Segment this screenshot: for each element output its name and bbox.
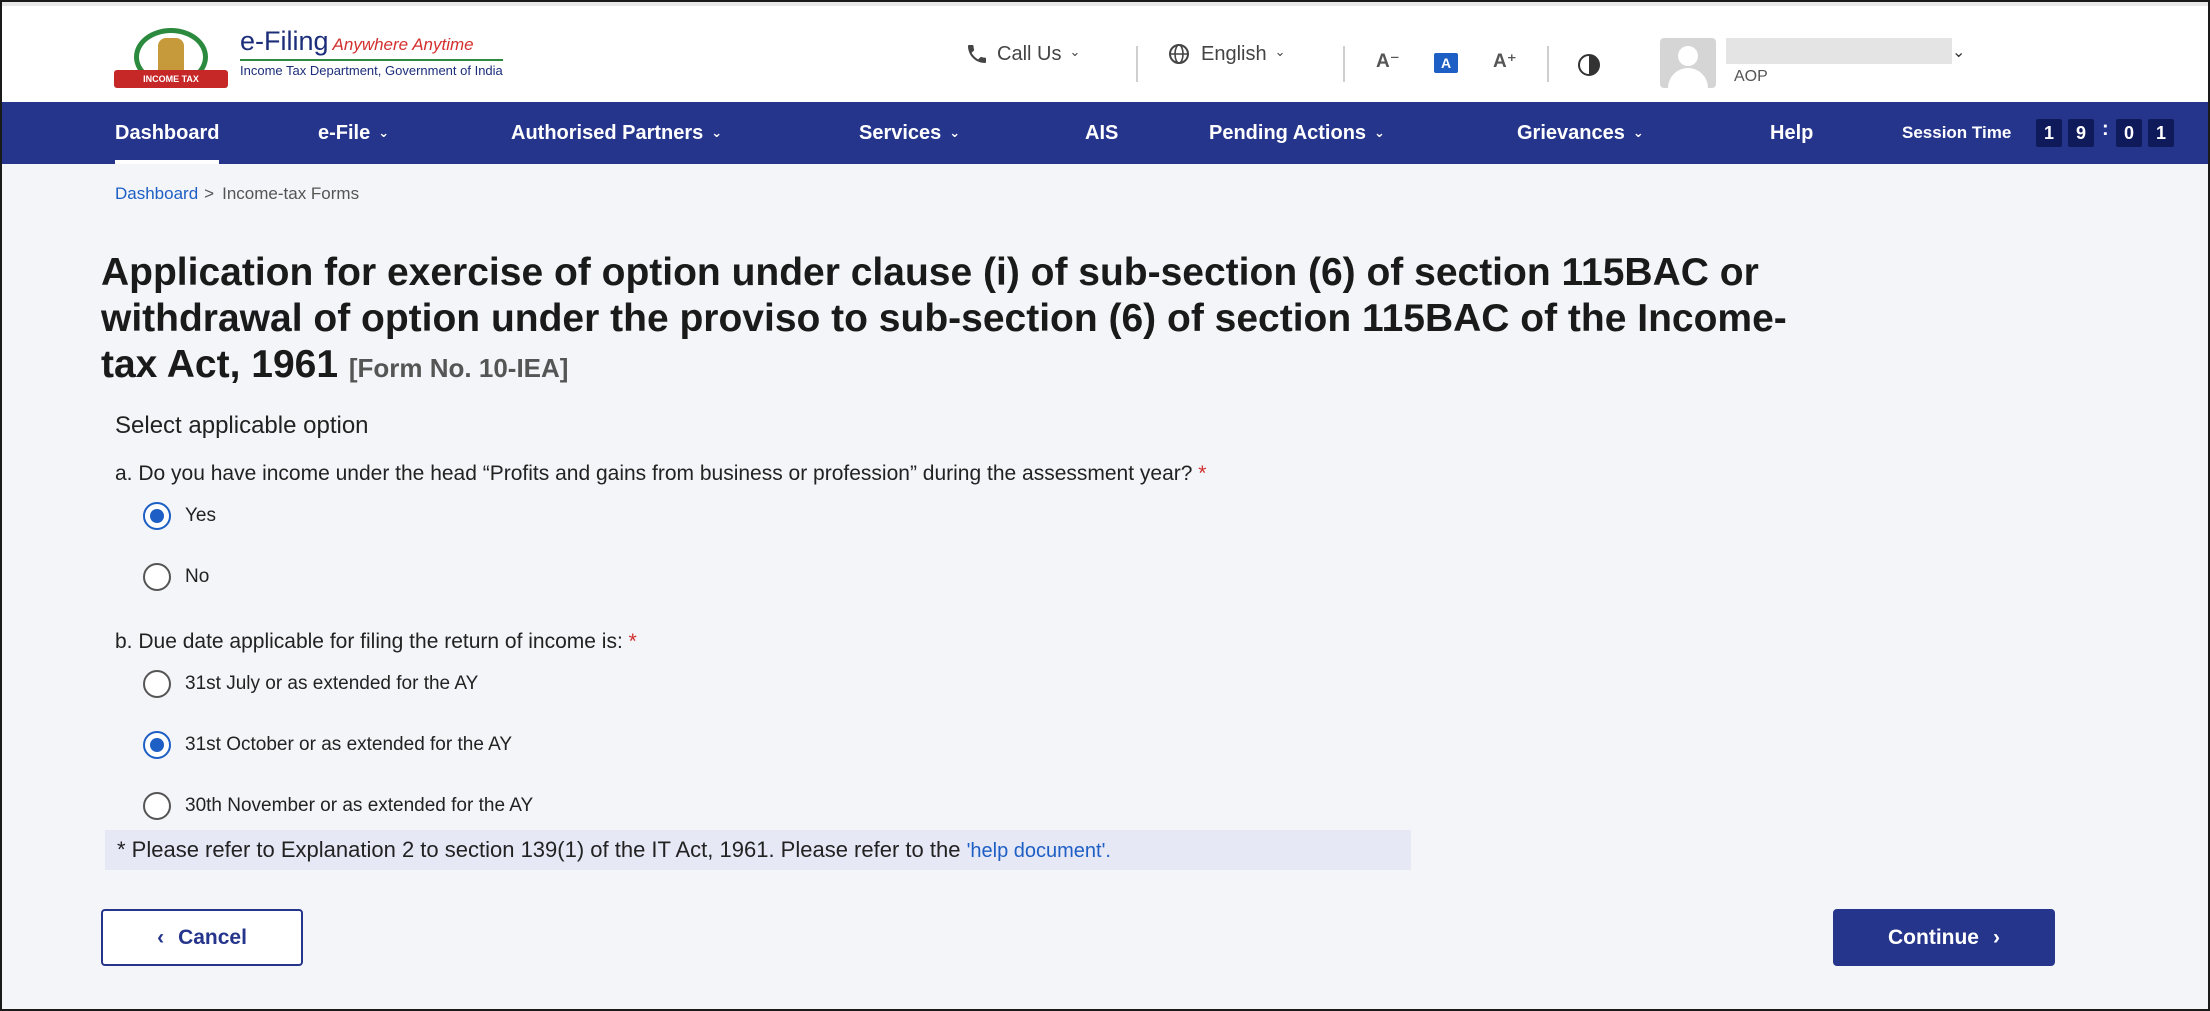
required-marker: * xyxy=(628,630,637,653)
question-b: b. Due date applicable for filing the re… xyxy=(115,630,637,654)
chevron-down-icon: ⌄ xyxy=(1632,125,1644,140)
option-a-yes[interactable]: Yes xyxy=(143,502,216,530)
cancel-button[interactable]: ‹ Cancel xyxy=(101,909,303,966)
help-note: * Please refer to Explanation 2 to secti… xyxy=(105,830,1411,870)
call-us-label: Call Us xyxy=(997,42,1062,65)
session-digit: 1 xyxy=(2148,119,2174,147)
call-us-dropdown[interactable]: Call Us ⌄ xyxy=(965,42,1080,66)
question-b-text: b. Due date applicable for filing the re… xyxy=(115,630,623,653)
site-header: INCOME TAX DEPARTMENT e-Filing Anywhere A… xyxy=(2,2,2208,102)
session-time-label: Session Time xyxy=(1902,123,2012,142)
phone-icon xyxy=(968,45,986,63)
question-a-text: a. Do you have income under the head “Pr… xyxy=(115,462,1193,485)
question-a: a. Do you have income under the head “Pr… xyxy=(115,462,1206,486)
option-b-31-july[interactable]: 31st July or as extended for the AY xyxy=(143,670,478,698)
nav-ais[interactable]: AIS xyxy=(1085,102,1118,164)
efiling-logo[interactable]: INCOME TAX DEPARTMENT e-Filing Anywhere A… xyxy=(112,26,503,102)
main-nav: Dashboard e-File ⌄ Authorised Partners ⌄ S… xyxy=(2,102,2208,164)
session-colon: : xyxy=(2102,118,2109,140)
option-b-30-november[interactable]: 30th November or as extended for the AY xyxy=(143,792,533,820)
chevron-down-icon: ⌄ xyxy=(1274,44,1286,59)
option-label: Yes xyxy=(185,505,216,526)
nav-help[interactable]: Help xyxy=(1770,102,1813,164)
option-label: No xyxy=(185,566,210,587)
nav-efile[interactable]: e-File ⌄ xyxy=(318,102,389,164)
help-document-link[interactable]: 'help document'. xyxy=(967,840,1111,862)
nav-dashboard[interactable]: Dashboard xyxy=(115,102,220,164)
brand-name: e-Filing xyxy=(240,26,329,56)
chevron-left-icon: ‹ xyxy=(157,925,165,949)
username-redacted xyxy=(1726,38,1952,64)
font-normal-button[interactable]: A xyxy=(1434,53,1458,73)
user-avatar-icon[interactable] xyxy=(1660,38,1716,88)
font-increase-button[interactable]: A⁺ xyxy=(1493,50,1517,73)
chevron-right-icon: › xyxy=(1992,925,2000,949)
cancel-label: Cancel xyxy=(178,925,247,949)
option-label: 30th November or as extended for the AY xyxy=(185,795,534,816)
brand-department: Income Tax Department, Government of Ind… xyxy=(240,59,503,78)
section-label: Select applicable option xyxy=(115,412,369,439)
globe-icon xyxy=(1169,44,1189,64)
chevron-down-icon: ⌄ xyxy=(949,125,961,140)
option-a-no[interactable]: No xyxy=(143,563,209,591)
continue-label: Continue xyxy=(1888,925,1979,949)
option-label: 31st July or as extended for the AY xyxy=(185,673,479,694)
divider xyxy=(1547,46,1549,82)
radio-button-checked[interactable] xyxy=(143,502,171,530)
nav-pending-actions[interactable]: Pending Actions ⌄ xyxy=(1209,102,1385,164)
session-digit: 1 xyxy=(2036,119,2062,147)
radio-button[interactable] xyxy=(143,670,171,698)
chevron-down-icon[interactable]: ⌄ xyxy=(1952,42,1965,62)
breadcrumb-dashboard[interactable]: Dashboard xyxy=(115,184,198,203)
help-note-text: * Please refer to Explanation 2 to secti… xyxy=(117,837,961,862)
radio-button[interactable] xyxy=(143,792,171,820)
app-window: INCOME TAX DEPARTMENT e-Filing Anywhere A… xyxy=(0,0,2210,1011)
nav-grievances[interactable]: Grievances ⌄ xyxy=(1517,102,1644,164)
form-number: [Form No. 10-IEA] xyxy=(348,353,569,383)
breadcrumb-separator: > xyxy=(204,184,215,203)
chevron-down-icon: ⌄ xyxy=(1069,44,1081,59)
brand-tagline: Anywhere Anytime xyxy=(332,35,474,54)
breadcrumb: Dashboard > Income-tax Forms xyxy=(115,184,359,204)
divider xyxy=(1343,46,1345,82)
contrast-icon[interactable] xyxy=(1578,54,1600,76)
user-role: AOP xyxy=(1734,68,1768,85)
radio-button-checked[interactable] xyxy=(143,731,171,759)
font-decrease-button[interactable]: A⁻ xyxy=(1376,50,1400,73)
breadcrumb-current: Income-tax Forms xyxy=(222,184,360,203)
chevron-down-icon: ⌄ xyxy=(711,125,723,140)
emblem-icon: INCOME TAX DEPARTMENT xyxy=(112,26,230,102)
page-title: Application for exercise of option under… xyxy=(101,250,1821,391)
radio-button[interactable] xyxy=(143,563,171,591)
option-label: 31st October or as extended for the AY xyxy=(185,734,513,755)
nav-authorised-partners[interactable]: Authorised Partners ⌄ xyxy=(511,102,722,164)
nav-services[interactable]: Services ⌄ xyxy=(859,102,960,164)
chevron-down-icon: ⌄ xyxy=(1374,125,1385,140)
divider xyxy=(1136,46,1138,82)
chevron-down-icon: ⌄ xyxy=(378,125,390,140)
language-dropdown[interactable]: English ⌄ xyxy=(1167,42,1286,66)
option-b-31-october[interactable]: 31st October or as extended for the AY xyxy=(143,731,512,759)
continue-button[interactable]: Continue › xyxy=(1833,909,2055,966)
language-label: English xyxy=(1201,42,1267,65)
session-digit: 0 xyxy=(2116,119,2142,147)
session-digit: 9 xyxy=(2068,119,2094,147)
required-marker: * xyxy=(1198,462,1207,485)
